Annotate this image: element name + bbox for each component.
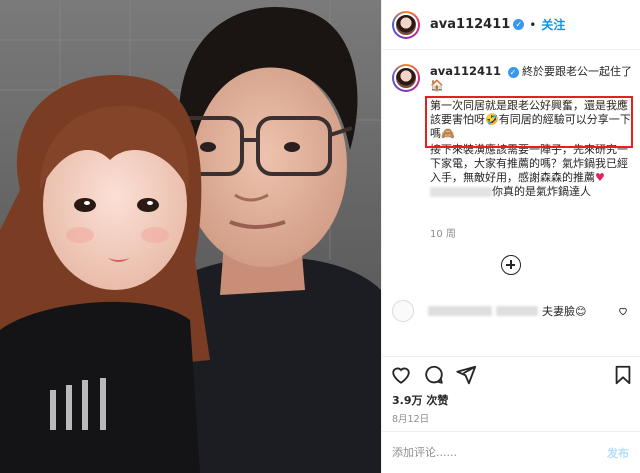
blurred-mention xyxy=(430,187,492,197)
comment-item: 夫妻臉 😊 xyxy=(392,297,636,325)
blurred-username-2 xyxy=(496,306,538,316)
post-date[interactable]: 8月12日 xyxy=(392,411,429,425)
comment-composer: 发布 xyxy=(382,431,640,473)
caption-verified-icon: ✓ xyxy=(507,66,519,78)
blurred-username xyxy=(428,306,492,316)
header-avatar[interactable] xyxy=(392,10,420,39)
likes-count[interactable]: 3.9万 次赞 xyxy=(392,392,448,408)
header-username[interactable]: ava112411 xyxy=(430,17,510,32)
header-separator: • xyxy=(529,17,537,32)
share-icon[interactable] xyxy=(455,364,477,386)
verified-icon: ✓ xyxy=(513,19,525,30)
smile-emoji-icon: 😊 xyxy=(575,304,587,318)
heart-icon[interactable] xyxy=(390,364,412,386)
post-panel: ava112411 ✓ • 关注 ava112411 ✓ 終於要跟老公一起住了 … xyxy=(381,0,640,473)
commenter-avatar[interactable] xyxy=(392,300,414,322)
comment-like-icon[interactable] xyxy=(618,306,628,316)
caption-block: ava112411 ✓ 終於要跟老公一起住了 🏠 第一次同居就是跟老公好興奮，還… xyxy=(392,64,636,199)
highlight-box xyxy=(425,96,633,148)
house-emoji-icon: 🏠 xyxy=(430,79,444,92)
caption-time: 10 周 xyxy=(430,229,456,240)
follow-button[interactable]: 关注 xyxy=(541,16,565,33)
caption-title: 終於要跟老公一起住了 xyxy=(522,65,633,78)
comment-text: 夫妻臉 xyxy=(542,305,575,318)
post-header: ava112411 ✓ • 关注 xyxy=(382,0,640,50)
comment-icon[interactable] xyxy=(423,364,445,386)
post-comment-button[interactable]: 发布 xyxy=(607,445,629,461)
load-more-icon[interactable] xyxy=(501,255,521,275)
caption-username[interactable]: ava112411 xyxy=(430,64,501,78)
caption-avatar[interactable] xyxy=(392,64,420,92)
red-heart-icon: ♥ xyxy=(595,171,605,184)
post-photo[interactable] xyxy=(0,0,381,473)
action-bar xyxy=(390,364,634,390)
comment-input[interactable] xyxy=(392,446,572,459)
caption-rest-text-2: 你真的是氣炸鍋達人 xyxy=(492,185,591,198)
couple-selfie-image xyxy=(0,0,381,473)
bookmark-icon[interactable] xyxy=(612,364,634,386)
divider xyxy=(382,356,640,357)
